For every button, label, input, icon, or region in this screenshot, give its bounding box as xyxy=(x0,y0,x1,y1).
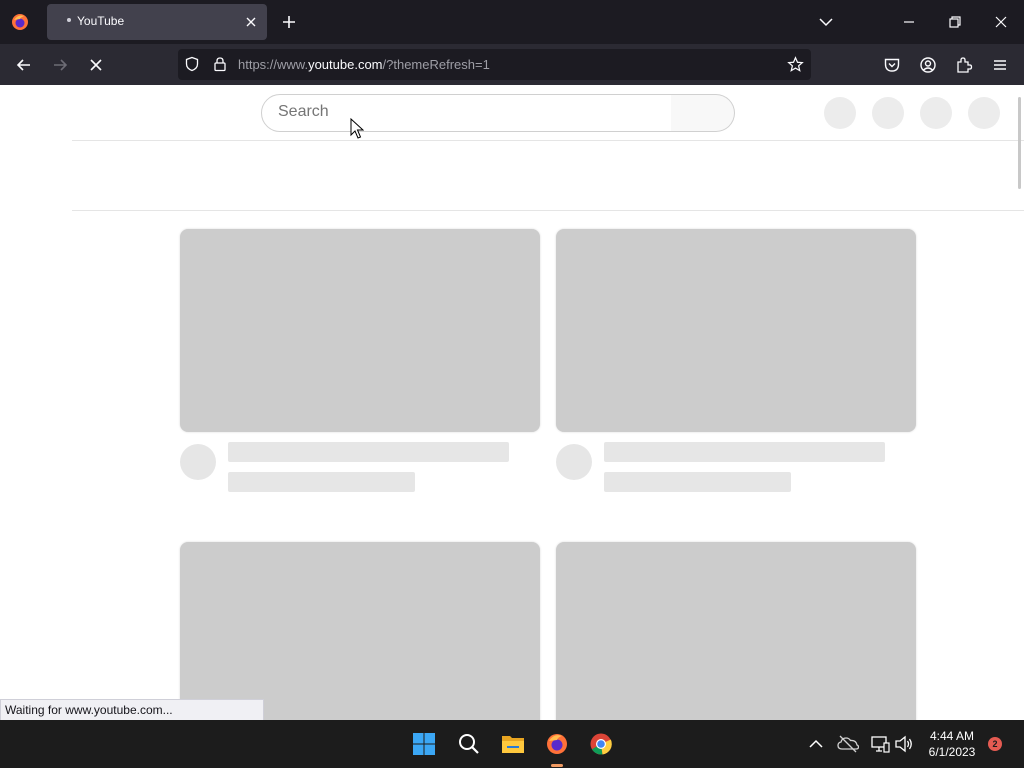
bookmark-star-icon[interactable] xyxy=(787,56,804,73)
stop-loading-icon[interactable] xyxy=(87,56,105,74)
account-icon[interactable] xyxy=(919,56,937,74)
meta-line-placeholder xyxy=(604,472,791,492)
network-icon[interactable] xyxy=(870,734,890,754)
url-suffix: /?themeRefresh=1 xyxy=(382,57,490,72)
url-host: youtube.com xyxy=(308,57,383,72)
windows-start-icon[interactable] xyxy=(412,732,436,756)
search-input[interactable] xyxy=(278,103,658,121)
close-window-icon[interactable] xyxy=(993,14,1009,30)
tab-loading-dot xyxy=(67,18,71,22)
clock-time: 4:44 AM xyxy=(929,729,975,743)
navigation-toolbar: https://www.youtube.com/?themeRefresh=1 xyxy=(0,44,1024,85)
mouse-cursor-icon xyxy=(350,118,364,139)
status-text: Waiting for www.youtube.com... xyxy=(5,703,173,717)
search-icon[interactable] xyxy=(457,732,481,756)
back-arrow-icon[interactable] xyxy=(15,56,33,74)
tracking-shield-icon[interactable] xyxy=(184,56,200,72)
windows-taskbar: 4:44 AM 6/1/2023 2 xyxy=(0,720,1024,768)
address-bar[interactable]: https://www.youtube.com/?themeRefresh=1 xyxy=(178,49,811,80)
forward-arrow-icon[interactable] xyxy=(51,56,69,74)
chevron-down-icon[interactable] xyxy=(818,14,834,30)
video-thumbnail-placeholder xyxy=(556,229,916,432)
status-panel: Waiting for www.youtube.com... xyxy=(0,699,264,721)
url-text[interactable]: https://www.youtube.com/?themeRefresh=1 xyxy=(238,57,490,72)
lock-icon[interactable] xyxy=(212,56,228,72)
meta-line-placeholder xyxy=(228,472,415,492)
channel-avatar-placeholder xyxy=(556,444,592,480)
chrome-icon[interactable] xyxy=(589,732,613,756)
header-placeholder-circle xyxy=(920,97,952,129)
header-placeholder-circle xyxy=(968,97,1000,129)
system-clock[interactable]: 4:44 AM 6/1/2023 xyxy=(924,728,980,760)
pocket-icon[interactable] xyxy=(883,56,901,74)
divider xyxy=(72,140,1024,141)
active-app-indicator xyxy=(551,764,563,767)
header-placeholder-circle xyxy=(824,97,856,129)
video-thumbnail-placeholder xyxy=(180,229,540,432)
restore-icon[interactable] xyxy=(947,14,963,30)
header-placeholder-circle xyxy=(872,97,904,129)
onedrive-icon[interactable] xyxy=(837,734,859,754)
clock-date: 6/1/2023 xyxy=(928,745,976,759)
video-thumbnail-placeholder xyxy=(556,542,916,720)
firefox-logo-icon[interactable] xyxy=(10,12,30,32)
volume-icon[interactable] xyxy=(894,734,914,754)
video-thumbnail-placeholder xyxy=(180,542,540,720)
youtube-page xyxy=(0,85,1024,720)
firefox-icon[interactable] xyxy=(545,732,569,756)
notification-badge[interactable]: 2 xyxy=(988,737,1002,751)
minimize-icon[interactable] xyxy=(901,14,917,30)
search-box[interactable] xyxy=(261,94,672,132)
title-line-placeholder xyxy=(228,442,509,462)
tab-youtube[interactable]: YouTube xyxy=(47,4,267,40)
channel-avatar-placeholder xyxy=(180,444,216,480)
file-explorer-icon[interactable] xyxy=(501,732,525,756)
close-icon[interactable] xyxy=(243,14,259,30)
menu-icon[interactable] xyxy=(991,56,1009,74)
page-scrollbar[interactable] xyxy=(1018,97,1021,189)
plus-icon[interactable] xyxy=(281,14,297,30)
divider xyxy=(72,210,1024,211)
url-prefix: https://www. xyxy=(238,57,309,72)
title-line-placeholder xyxy=(604,442,885,462)
extensions-icon[interactable] xyxy=(955,56,973,74)
search-button[interactable] xyxy=(671,94,735,132)
tab-title: YouTube xyxy=(77,14,125,28)
browser-tab-bar: YouTube xyxy=(0,0,1024,44)
chevron-up-icon[interactable] xyxy=(806,734,826,754)
